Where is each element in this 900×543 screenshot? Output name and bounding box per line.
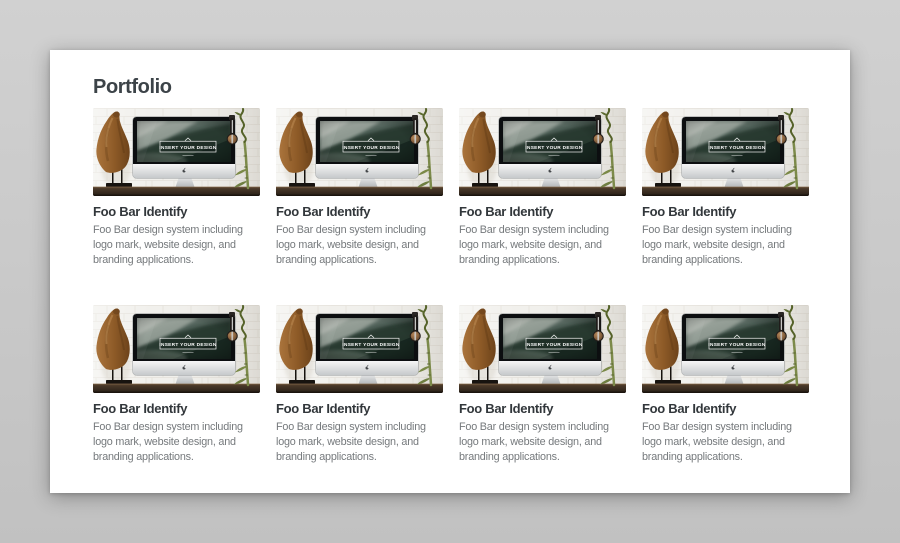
page-background: { "page": { "background_color": "#cbcbcb…	[0, 0, 900, 543]
portfolio-item-title[interactable]: Foo Bar Identify	[642, 401, 809, 416]
page-title: Portfolio	[93, 76, 809, 99]
portfolio-thumbnail[interactable]: INSERT YOUR DESIGN	[93, 305, 260, 393]
desk-shelf	[93, 187, 260, 197]
imac: INSERT YOUR DESIGN	[485, 314, 601, 384]
portfolio-item-title[interactable]: Foo Bar Identify	[459, 401, 626, 416]
imac: INSERT YOUR DESIGN	[302, 314, 418, 384]
desk-shelf	[459, 187, 626, 197]
imac: INSERT YOUR DESIGN	[485, 117, 601, 187]
desk-shelf	[642, 384, 809, 394]
screen-subtext-line	[183, 155, 194, 156]
portfolio-item-title[interactable]: Foo Bar Identify	[93, 401, 260, 416]
portfolio-item-description: Foo Bar design system including logo mar…	[276, 223, 443, 268]
portfolio-card[interactable]: INSERT YOUR DESIGN	[459, 108, 626, 268]
imac-desk-illustration: INSERT YOUR DESIGN	[276, 108, 443, 196]
imac-desk-illustration: INSERT YOUR DESIGN	[642, 305, 809, 393]
imac-desk-illustration: INSERT YOUR DESIGN	[276, 305, 443, 393]
screen-text: INSERT YOUR DESIGN	[159, 342, 217, 348]
screen-text: INSERT YOUR DESIGN	[159, 145, 217, 151]
screen-subtext-line	[549, 155, 560, 156]
portfolio-card[interactable]: INSERT YOUR DESIGN	[276, 305, 443, 465]
imac: INSERT YOUR DESIGN	[668, 117, 784, 187]
portfolio-item-description: Foo Bar design system including logo mar…	[459, 420, 626, 465]
desk-shelf	[93, 384, 260, 394]
portfolio-card[interactable]: INSERT YOUR DESIGN	[93, 108, 260, 268]
portfolio-card[interactable]: INSERT YOUR DESIGN	[642, 108, 809, 268]
screen-text: INSERT YOUR DESIGN	[342, 342, 400, 348]
portfolio-item-description: Foo Bar design system including logo mar…	[642, 420, 809, 465]
screen-text: INSERT YOUR DESIGN	[342, 145, 400, 151]
portfolio-item-description: Foo Bar design system including logo mar…	[459, 223, 626, 268]
portfolio-thumbnail[interactable]: INSERT YOUR DESIGN	[642, 108, 809, 196]
screen-text: INSERT YOUR DESIGN	[525, 145, 583, 151]
portfolio-grid: INSERT YOUR DESIGN	[93, 108, 809, 465]
screen-subtext-line	[366, 352, 377, 353]
content-card: Portfolio	[50, 50, 850, 493]
imac: INSERT YOUR DESIGN	[668, 314, 784, 384]
screen-subtext-line	[366, 155, 377, 156]
portfolio-thumbnail[interactable]: INSERT YOUR DESIGN	[459, 108, 626, 196]
portfolio-thumbnail[interactable]: INSERT YOUR DESIGN	[459, 305, 626, 393]
portfolio-card[interactable]: INSERT YOUR DESIGN	[276, 108, 443, 268]
portfolio-item-title[interactable]: Foo Bar Identify	[459, 204, 626, 219]
portfolio-item-description: Foo Bar design system including logo mar…	[93, 223, 260, 268]
portfolio-item-title[interactable]: Foo Bar Identify	[93, 204, 260, 219]
desk-shelf	[276, 384, 443, 394]
portfolio-thumbnail[interactable]: INSERT YOUR DESIGN	[642, 305, 809, 393]
portfolio-item-title[interactable]: Foo Bar Identify	[642, 204, 809, 219]
screen-text: INSERT YOUR DESIGN	[708, 342, 766, 348]
imac: INSERT YOUR DESIGN	[119, 314, 235, 384]
portfolio-item-title[interactable]: Foo Bar Identify	[276, 401, 443, 416]
portfolio-card[interactable]: INSERT YOUR DESIGN	[93, 305, 260, 465]
desk-shelf	[642, 187, 809, 197]
desk-shelf	[459, 384, 626, 394]
screen-text: INSERT YOUR DESIGN	[708, 145, 766, 151]
imac-desk-illustration: INSERT YOUR DESIGN	[93, 108, 260, 196]
screen-subtext-line	[183, 352, 194, 353]
portfolio-item-description: Foo Bar design system including logo mar…	[276, 420, 443, 465]
portfolio-thumbnail[interactable]: INSERT YOUR DESIGN	[93, 108, 260, 196]
portfolio-item-title[interactable]: Foo Bar Identify	[276, 204, 443, 219]
portfolio-item-description: Foo Bar design system including logo mar…	[642, 223, 809, 268]
imac-desk-illustration: INSERT YOUR DESIGN	[93, 305, 260, 393]
imac-desk-illustration: INSERT YOUR DESIGN	[459, 305, 626, 393]
imac: INSERT YOUR DESIGN	[302, 117, 418, 187]
imac-desk-illustration: INSERT YOUR DESIGN	[459, 108, 626, 196]
imac: INSERT YOUR DESIGN	[119, 117, 235, 187]
portfolio-card[interactable]: INSERT YOUR DESIGN	[459, 305, 626, 465]
desk-shelf	[276, 187, 443, 197]
imac-desk-illustration: INSERT YOUR DESIGN	[642, 108, 809, 196]
screen-text: INSERT YOUR DESIGN	[525, 342, 583, 348]
screen-subtext-line	[732, 352, 743, 353]
portfolio-thumbnail[interactable]: INSERT YOUR DESIGN	[276, 108, 443, 196]
portfolio-thumbnail[interactable]: INSERT YOUR DESIGN	[276, 305, 443, 393]
portfolio-item-description: Foo Bar design system including logo mar…	[93, 420, 260, 465]
screen-subtext-line	[549, 352, 560, 353]
screen-subtext-line	[732, 155, 743, 156]
portfolio-card[interactable]: INSERT YOUR DESIGN	[642, 305, 809, 465]
